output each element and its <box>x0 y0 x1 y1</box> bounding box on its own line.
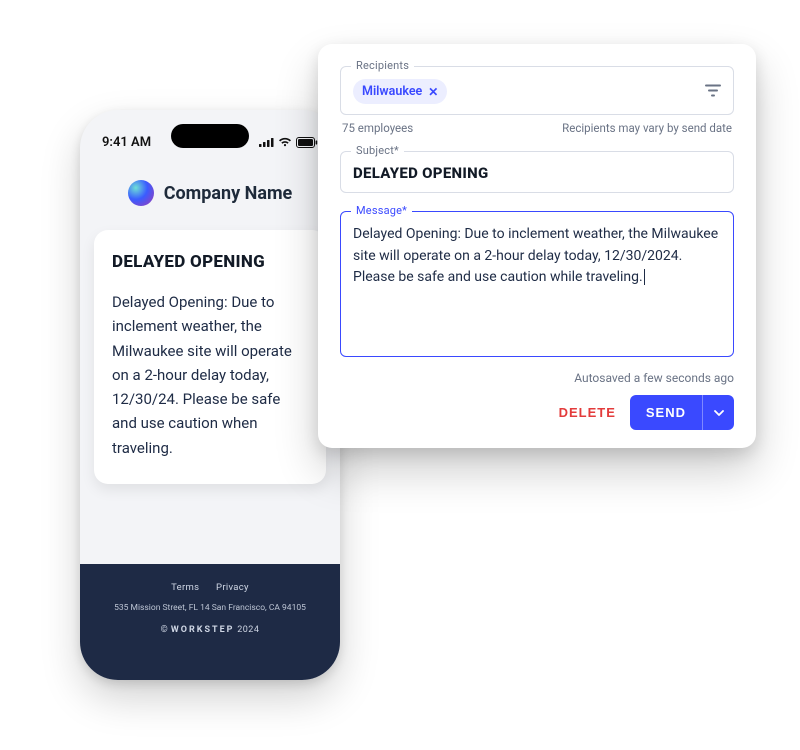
recipients-label: Recipients <box>351 59 414 72</box>
notification-card-body: Delayed Opening: Due to inclement weathe… <box>112 290 308 460</box>
send-button-group: SEND <box>630 395 734 430</box>
chevron-down-icon <box>714 410 724 416</box>
signal-icon <box>259 137 274 147</box>
recipient-chip[interactable]: Milwaukee ✕ <box>353 79 447 104</box>
battery-icon <box>296 137 318 148</box>
send-more-button[interactable] <box>702 395 734 430</box>
message-textarea[interactable]: Delayed Opening: Due to inclement weathe… <box>353 224 721 346</box>
subject-input[interactable]: DELAYED OPENING <box>353 164 721 182</box>
message-field[interactable]: Message* Delayed Opening: Due to incleme… <box>340 211 734 357</box>
phone-notch <box>171 124 249 148</box>
recipients-field[interactable]: Recipients Milwaukee ✕ <box>340 66 734 115</box>
footer-brand: WORKSTEP <box>171 625 235 635</box>
phone-company-header: Company Name <box>80 158 340 230</box>
phone-footer: Terms Privacy 535 Mission Street, FL 14 … <box>80 564 340 680</box>
footer-year: 2024 <box>237 625 259 635</box>
wifi-icon <box>278 137 292 147</box>
compose-panel: Recipients Milwaukee ✕ 75 employees Reci… <box>318 44 756 448</box>
notification-card: DELAYED OPENING Delayed Opening: Due to … <box>94 230 326 484</box>
subject-label: Subject* <box>351 144 404 157</box>
phone-mockup: 9:41 AM Company Name DELAYED OPENING Del… <box>80 110 340 680</box>
footer-link-privacy[interactable]: Privacy <box>216 582 249 593</box>
recipient-chip-label: Milwaukee <box>362 84 422 99</box>
close-icon[interactable]: ✕ <box>428 86 438 98</box>
notification-card-title: DELAYED OPENING <box>112 252 308 272</box>
recipients-meta-row: 75 employees Recipients may vary by send… <box>340 121 734 135</box>
delete-button[interactable]: DELETE <box>559 405 616 420</box>
employee-count: 75 employees <box>342 121 413 135</box>
company-name: Company Name <box>164 183 293 204</box>
recipients-vary-note: Recipients may vary by send date <box>562 121 732 135</box>
subject-field[interactable]: Subject* DELAYED OPENING <box>340 151 734 193</box>
message-label: Message* <box>351 204 412 217</box>
footer-copyright: © WORKSTEP 2024 <box>80 625 340 635</box>
phone-status-icons <box>259 137 318 148</box>
phone-time: 9:41 AM <box>102 135 151 150</box>
footer-link-terms[interactable]: Terms <box>171 582 199 593</box>
message-text: Delayed Opening: Due to inclement weathe… <box>353 226 718 285</box>
autosave-status: Autosaved a few seconds ago <box>340 371 734 385</box>
filter-icon[interactable] <box>705 81 721 100</box>
footer-address: 535 Mission Street, FL 14 San Francisco,… <box>80 603 340 613</box>
text-caret <box>644 269 645 285</box>
company-logo <box>128 180 154 206</box>
footer-links: Terms Privacy <box>80 582 340 593</box>
action-row: DELETE SEND <box>340 395 734 430</box>
send-button[interactable]: SEND <box>630 395 702 430</box>
